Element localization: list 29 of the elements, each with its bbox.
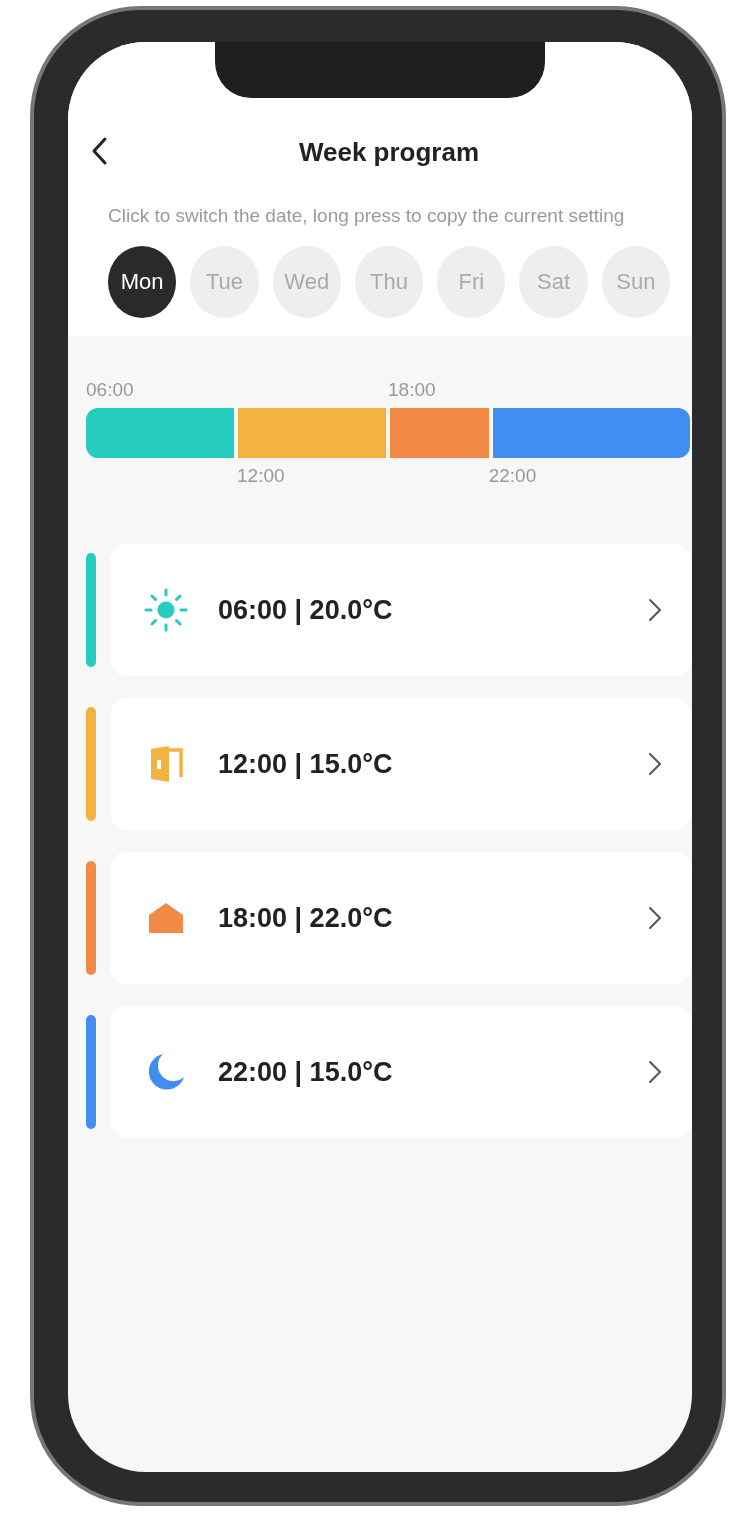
period-label: 12:00 | 15.0°C — [218, 748, 394, 780]
house-icon — [148, 902, 184, 934]
chevron-right-icon — [648, 598, 662, 622]
day-tab[interactable]: Fri — [437, 246, 506, 318]
sun-icon — [144, 588, 188, 632]
period-card[interactable]: 06:00 | 20.0°C — [110, 544, 692, 676]
day-tab[interactable]: Tue — [190, 246, 259, 318]
chevron-right-icon — [648, 1060, 662, 1084]
period-card[interactable]: 18:00 | 22.0°C — [110, 852, 692, 984]
period-card[interactable]: 22:00 | 15.0°C — [110, 1006, 692, 1138]
screen-title: Week program — [298, 136, 480, 168]
day-tab[interactable]: Wed — [272, 246, 341, 318]
moon-icon — [146, 1052, 186, 1092]
chevron-right-icon — [648, 752, 662, 776]
time-label: 22:00 — [488, 465, 537, 486]
day-tab[interactable]: Sun — [601, 246, 670, 318]
time-label: 18:00 — [388, 379, 436, 400]
day-tab[interactable]: Sat — [519, 246, 588, 318]
time-label: 12:00 — [237, 465, 285, 486]
period-card[interactable]: 12:00 | 15.0°C — [110, 698, 692, 830]
day-tab[interactable]: Thu — [354, 246, 424, 318]
period-label: 22:00 | 15.0°C — [218, 1056, 394, 1088]
hint-text: Click to switch the date, long press to copy the current setting — [108, 204, 626, 228]
period-label: 18:00 | 22.0°C — [218, 902, 394, 934]
day-tab[interactable]: Mon — [108, 246, 177, 318]
period-label: 06:00 | 20.0°C — [218, 594, 394, 626]
chevron-right-icon — [648, 906, 662, 930]
time-label: 06:00 — [86, 379, 134, 400]
door-icon — [149, 745, 183, 783]
